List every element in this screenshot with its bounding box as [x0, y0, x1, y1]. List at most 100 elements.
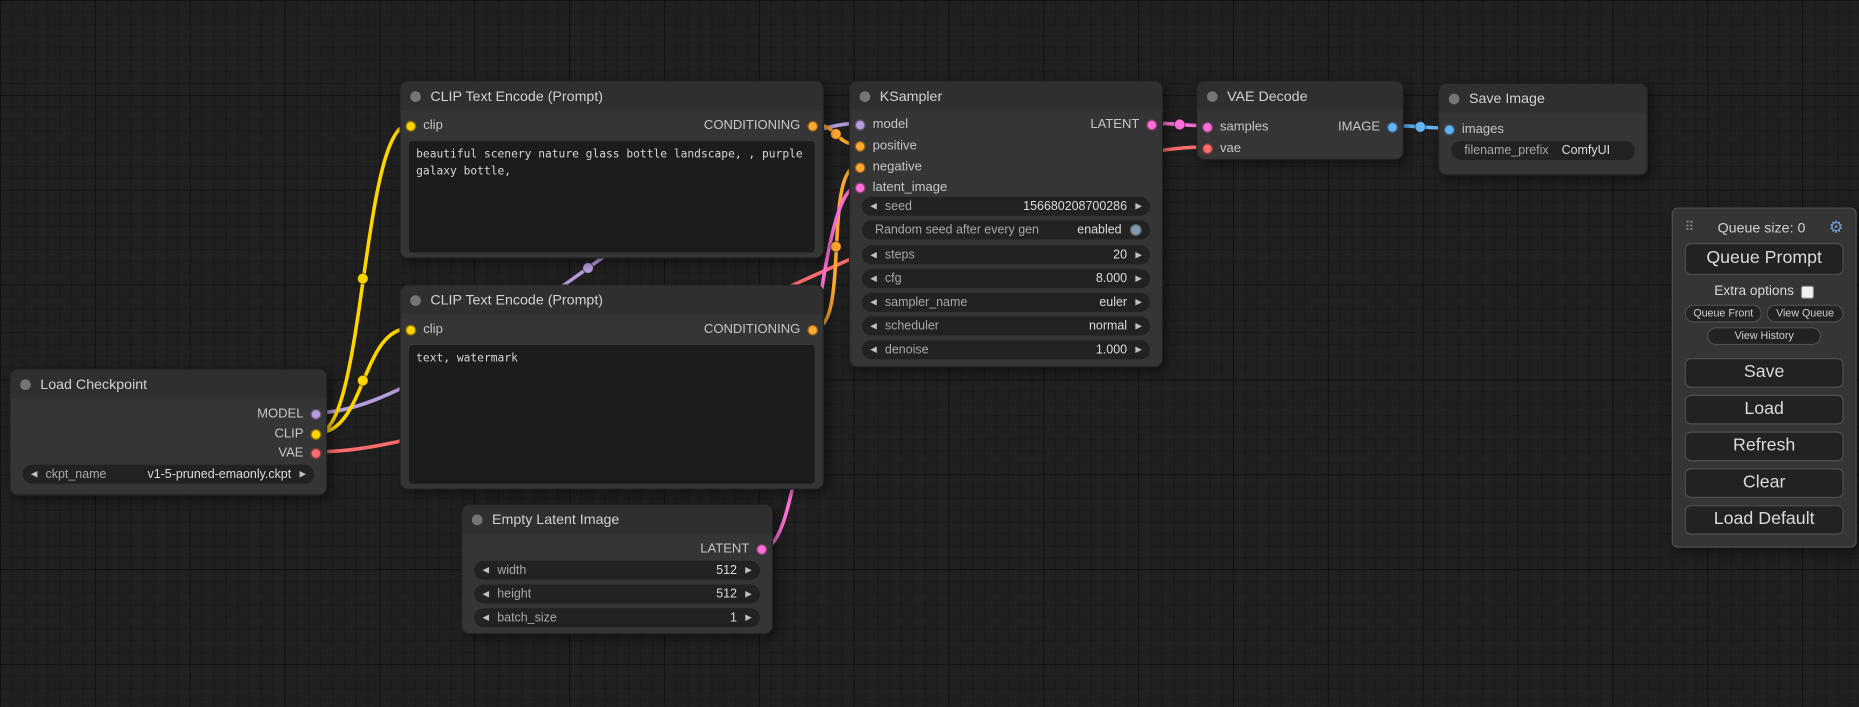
arrow-left-icon[interactable]: ◀ [483, 566, 489, 574]
node-vae-decode[interactable]: VAE Decode samples vae IMAGE [1196, 81, 1403, 160]
collapse-dot-icon[interactable] [1207, 91, 1218, 102]
port-positive-input[interactable] [855, 140, 866, 151]
wire-midpoint-dot[interactable] [357, 375, 368, 386]
arrow-right-icon[interactable]: ▶ [1135, 202, 1141, 210]
node-title: VAE Decode [1227, 88, 1307, 105]
node-title-bar[interactable]: Empty Latent Image [462, 505, 771, 533]
port-latent-output[interactable] [1146, 119, 1157, 130]
widget-seed[interactable]: ◀ seed 156680208700286 ▶ [862, 197, 1150, 216]
node-title: KSampler [880, 88, 942, 105]
widget-batch-size[interactable]: ◀ batch_size 1 ▶ [474, 608, 760, 627]
node-title-bar[interactable]: KSampler [850, 82, 1162, 110]
port-vae-input[interactable] [1202, 143, 1213, 154]
widget-value: ComfyUI [1562, 143, 1610, 157]
arrow-left-icon[interactable]: ◀ [870, 274, 876, 282]
widget-filename-prefix[interactable]: filename_prefix ComfyUI [1451, 141, 1635, 160]
arrow-right-icon[interactable]: ▶ [1135, 298, 1141, 306]
collapse-dot-icon[interactable] [410, 91, 421, 102]
gear-icon[interactable]: ⚙ [1829, 217, 1844, 237]
port-clip-input[interactable] [405, 120, 416, 131]
port-images-input[interactable] [1444, 124, 1455, 135]
widget-height[interactable]: ◀ height 512 ▶ [474, 585, 760, 604]
load-default-button[interactable]: Load Default [1685, 505, 1844, 535]
port-conditioning-output[interactable] [807, 120, 818, 131]
node-ksampler[interactable]: KSampler model positive negative latent_… [849, 81, 1163, 368]
node-title-bar[interactable]: Save Image [1439, 84, 1646, 112]
wire-midpoint-dot[interactable] [357, 273, 368, 284]
arrow-right-icon[interactable]: ▶ [1135, 346, 1141, 354]
node-clip-text-encode-positive[interactable]: CLIP Text Encode (Prompt) clip CONDITION… [400, 81, 824, 259]
drag-handle-icon[interactable]: ⠿ [1685, 219, 1695, 234]
prompt-textarea[interactable]: beautiful scenery nature glass bottle la… [409, 141, 814, 252]
widget-steps[interactable]: ◀ steps 20 ▶ [862, 245, 1150, 264]
arrow-right-icon[interactable]: ▶ [745, 614, 751, 622]
widget-width[interactable]: ◀ width 512 ▶ [474, 561, 760, 580]
wire-midpoint-dot[interactable] [831, 129, 842, 140]
wire-midpoint-dot[interactable] [583, 263, 594, 274]
widget-scheduler[interactable]: ◀ scheduler normal ▶ [862, 317, 1150, 336]
node-title-bar[interactable]: CLIP Text Encode (Prompt) [401, 82, 823, 110]
widget-label: width [497, 563, 716, 577]
arrow-right-icon[interactable]: ▶ [1135, 251, 1141, 259]
extra-options-checkbox[interactable] [1801, 285, 1814, 298]
arrow-left-icon[interactable]: ◀ [870, 298, 876, 306]
port-model-input[interactable] [855, 119, 866, 130]
arrow-left-icon[interactable]: ◀ [31, 470, 37, 478]
arrow-left-icon[interactable]: ◀ [870, 202, 876, 210]
arrow-right-icon[interactable]: ▶ [1135, 322, 1141, 330]
collapse-dot-icon[interactable] [472, 514, 483, 525]
arrow-left-icon[interactable]: ◀ [870, 346, 876, 354]
toggle-dot-icon[interactable] [1130, 224, 1142, 236]
arrow-right-icon[interactable]: ▶ [1135, 274, 1141, 282]
widget-label: steps [885, 248, 1113, 262]
arrow-left-icon[interactable]: ◀ [870, 251, 876, 259]
port-conditioning-output[interactable] [807, 324, 818, 335]
port-image-output[interactable] [1387, 122, 1398, 133]
refresh-button[interactable]: Refresh [1685, 432, 1844, 462]
port-vae-output[interactable] [311, 448, 322, 459]
collapse-dot-icon[interactable] [20, 379, 31, 390]
arrow-left-icon[interactable]: ◀ [483, 614, 489, 622]
arrow-right-icon[interactable]: ▶ [299, 470, 305, 478]
port-negative-input[interactable] [855, 162, 866, 173]
collapse-dot-icon[interactable] [860, 91, 871, 102]
arrow-left-icon[interactable]: ◀ [483, 590, 489, 598]
collapse-dot-icon[interactable] [1449, 93, 1460, 104]
node-title-bar[interactable]: CLIP Text Encode (Prompt) [401, 286, 823, 314]
port-latent-output[interactable] [756, 544, 767, 555]
widget-denoise[interactable]: ◀ denoise 1.000 ▶ [862, 340, 1150, 359]
load-button[interactable]: Load [1685, 395, 1844, 425]
arrow-right-icon[interactable]: ▶ [745, 566, 751, 574]
node-clip-text-encode-negative[interactable]: CLIP Text Encode (Prompt) clip CONDITION… [400, 285, 824, 490]
widget-cfg[interactable]: ◀ cfg 8.000 ▶ [862, 269, 1150, 288]
queue-front-button[interactable]: Queue Front [1685, 305, 1762, 323]
node-title-bar[interactable]: Load Checkpoint [11, 370, 326, 398]
port-samples-input[interactable] [1202, 122, 1213, 133]
wire-midpoint-dot[interactable] [1415, 122, 1426, 133]
node-load-checkpoint[interactable]: Load Checkpoint MODEL CLIP VAE ◀ ckpt_na… [9, 369, 327, 496]
wire-midpoint-dot[interactable] [1174, 119, 1185, 130]
graph-canvas[interactable]: Load Checkpoint MODEL CLIP VAE ◀ ckpt_na… [0, 0, 1859, 707]
save-button[interactable]: Save [1685, 358, 1844, 388]
widget-random-seed[interactable]: Random seed after every gen enabled [862, 221, 1150, 240]
port-clip-output[interactable] [311, 429, 322, 440]
node-save-image[interactable]: Save Image images filename_prefix ComfyU… [1438, 83, 1648, 175]
queue-prompt-button[interactable]: Queue Prompt [1685, 243, 1844, 275]
view-history-button[interactable]: View History [1707, 327, 1821, 345]
port-clip-input[interactable] [405, 324, 416, 335]
collapse-dot-icon[interactable] [410, 295, 421, 306]
arrow-right-icon[interactable]: ▶ [745, 590, 751, 598]
prompt-textarea[interactable]: text, watermark [409, 345, 814, 484]
arrow-left-icon[interactable]: ◀ [870, 322, 876, 330]
slot-label: negative [873, 160, 922, 174]
node-title-bar[interactable]: VAE Decode [1197, 82, 1402, 110]
widget-sampler-name[interactable]: ◀ sampler_name euler ▶ [862, 293, 1150, 312]
node-empty-latent-image[interactable]: Empty Latent Image LATENT ◀ width 512 ▶ … [461, 504, 773, 634]
port-model-output[interactable] [311, 408, 322, 419]
widget-ckpt-name[interactable]: ◀ ckpt_name v1-5-pruned-emaonly.ckpt ▶ [23, 465, 315, 484]
view-queue-button[interactable]: View Queue [1767, 305, 1844, 323]
port-latent-image-input[interactable] [855, 182, 866, 193]
clear-button[interactable]: Clear [1685, 468, 1844, 498]
wire-midpoint-dot[interactable] [831, 241, 842, 252]
slot-label: vae [1220, 141, 1241, 155]
